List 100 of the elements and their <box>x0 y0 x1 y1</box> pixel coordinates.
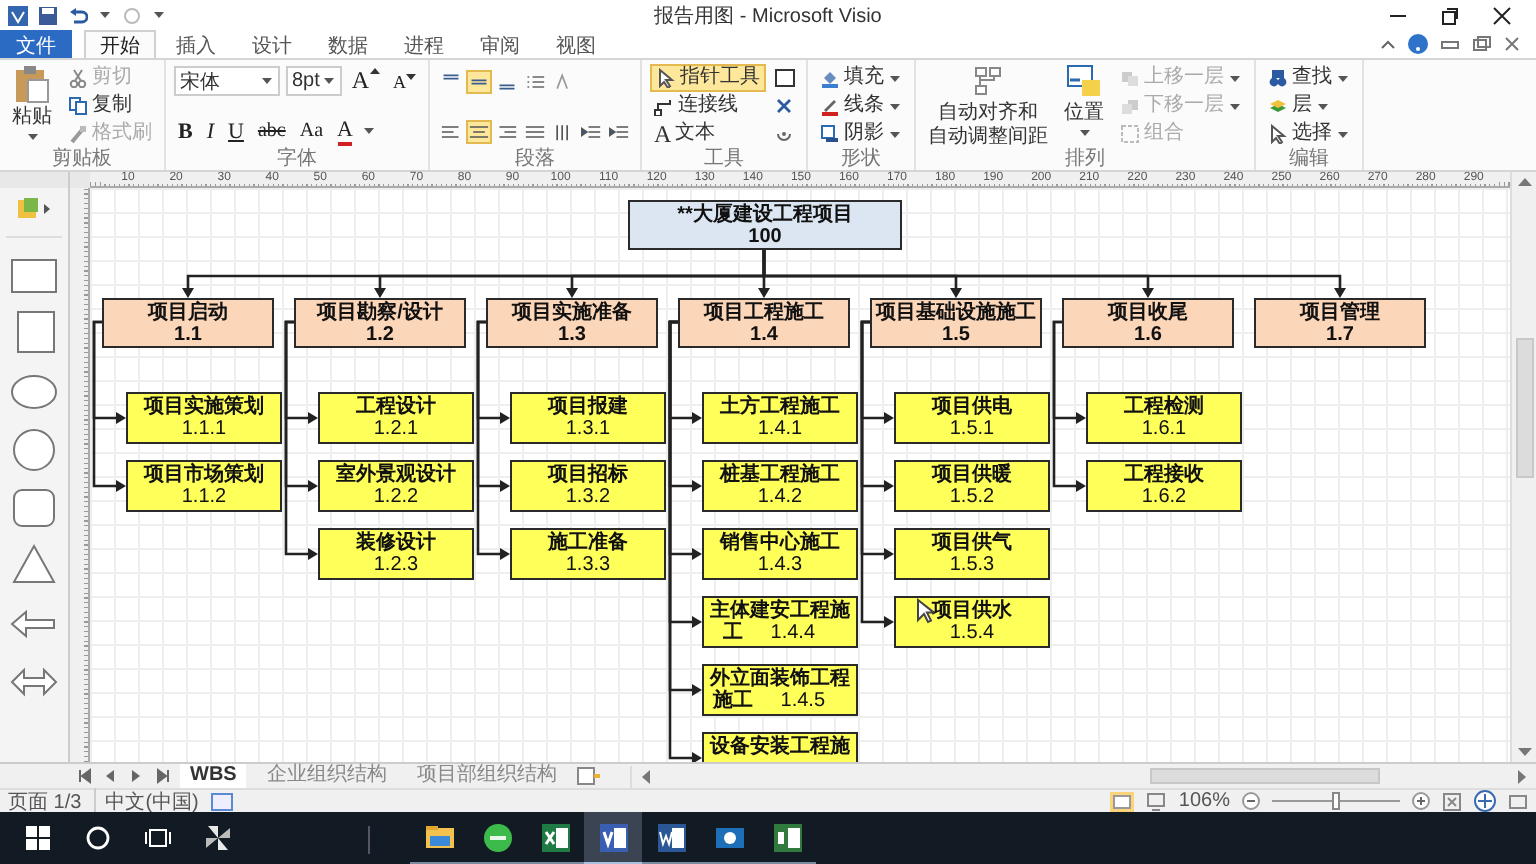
ribbon-tab[interactable]: 进程 <box>388 30 460 58</box>
insert-page-icon[interactable] <box>576 766 601 786</box>
taskbar-app[interactable] <box>584 812 642 864</box>
wbs-node: 主体建安工程施工 1.4.4 <box>702 596 858 648</box>
wbs-node: 项目市场策划 1.1.2 <box>126 460 282 512</box>
ribbon-tab[interactable]: 审阅 <box>464 30 536 58</box>
ribbon-button[interactable]: 选择 <box>1264 120 1354 148</box>
normal-view-icon[interactable] <box>1110 791 1135 811</box>
paint-bucket-icon <box>820 68 840 88</box>
sheet-tab[interactable]: WBS <box>180 764 247 788</box>
italic-button[interactable]: I <box>202 119 219 143</box>
paragraph-format-icon[interactable] <box>466 69 492 93</box>
tool-button[interactable]: 指针工具 <box>650 64 766 92</box>
bold-button[interactable]: B <box>174 119 197 143</box>
group-title: 字体 <box>275 148 319 170</box>
full-screen-icon[interactable] <box>1146 791 1167 811</box>
font-size-field[interactable]: 8pt <box>286 66 342 96</box>
ribbon-tab[interactable]: 数据 <box>312 30 384 58</box>
next-page-icon[interactable] <box>128 768 144 784</box>
copy-icon <box>68 96 88 116</box>
grow-font-button[interactable]: A <box>347 66 383 96</box>
wbs-node: 项目供水 1.5.4 <box>894 596 1050 648</box>
close-icon[interactable] <box>1492 5 1512 25</box>
ribbon-tab[interactable]: 插入 <box>160 30 232 58</box>
scroll-up-icon[interactable] <box>1517 176 1531 186</box>
wbs-node: 桩基工程施工 1.4.2 <box>702 460 858 512</box>
page-indicator[interactable]: 页面 1/3 <box>8 787 82 815</box>
windows-logo-icon <box>26 825 50 849</box>
caret-icon[interactable] <box>98 8 112 22</box>
wbs-node: 工程设计 1.2.1 <box>318 392 474 444</box>
wbs-node: 土方工程施工 1.4.1 <box>702 392 858 444</box>
stencil-button[interactable] <box>16 196 52 220</box>
previous-page-icon[interactable] <box>102 768 118 784</box>
ribbon-button[interactable]: 填充 <box>816 64 906 92</box>
underline-button[interactable]: U <box>224 119 248 143</box>
zoom-level[interactable]: 106% <box>1178 790 1230 812</box>
brush-icon <box>68 124 88 144</box>
ribbon-button[interactable]: 自动对齐和 自动调整间距 <box>924 64 1052 148</box>
task-view-icon <box>144 825 172 849</box>
scissors-icon <box>68 68 88 88</box>
first-page-icon[interactable] <box>76 768 92 784</box>
wbs-node: 项目工程施工 1.4 <box>678 298 850 348</box>
scroll-left-icon[interactable] <box>640 769 651 783</box>
ribbon-button[interactable]: 阴影 <box>816 120 906 148</box>
undo-icon[interactable] <box>68 5 88 25</box>
binoculars-icon <box>1268 68 1288 88</box>
wbs-node: 项目启动 1.1 <box>102 298 274 348</box>
scroll-down-icon[interactable] <box>1517 748 1531 758</box>
ribbon-button[interactable]: 位置 <box>1060 64 1108 148</box>
scrollbar-thumb[interactable] <box>1150 768 1381 784</box>
paragraph-format-icon[interactable] <box>466 119 492 143</box>
restore-icon[interactable] <box>1440 5 1460 25</box>
zoom-in-icon[interactable] <box>1412 792 1430 810</box>
wbs-node: 装修设计 1.2.3 <box>318 528 474 580</box>
scroll-right-icon[interactable] <box>1518 769 1528 783</box>
collapse-ribbon-icon[interactable] <box>1380 36 1396 52</box>
file-tab[interactable]: 文件 <box>0 30 72 58</box>
search-icon <box>86 825 110 849</box>
tool-button[interactable]: A 文本 <box>650 120 766 148</box>
fit-page-icon[interactable] <box>1442 791 1462 811</box>
font-name-field[interactable]: 宋体 <box>174 66 280 96</box>
caret-down-icon <box>406 71 416 81</box>
shrink-font-button[interactable]: A <box>389 71 420 91</box>
group-title: 段落 <box>513 148 557 170</box>
tool-button[interactable]: 连接线 <box>650 92 766 120</box>
save-icon[interactable] <box>38 5 58 25</box>
change-case-button[interactable]: Aa <box>295 120 328 142</box>
caret-icon[interactable] <box>152 8 166 22</box>
zoom-out-icon[interactable] <box>1242 792 1260 810</box>
rectangle-icon[interactable] <box>774 68 798 88</box>
strikethrough-button[interactable]: abc <box>253 120 290 142</box>
group-icon <box>1120 124 1140 144</box>
wbs-node: 设备安装工程施 <box>702 732 858 762</box>
ribbon-button[interactable]: 线条 <box>816 92 906 120</box>
pan-icon[interactable] <box>1474 790 1496 812</box>
zoom-slider-thumb[interactable] <box>1332 792 1340 810</box>
ribbon-button[interactable]: 层 <box>1264 92 1354 120</box>
caret-icon <box>25 130 39 144</box>
diagram-app-icon <box>595 819 631 855</box>
send-backward-icon <box>1120 96 1140 116</box>
wbs-node: 项目收尾 1.6 <box>1062 298 1234 348</box>
macro-icon[interactable] <box>210 791 235 811</box>
ribbon-tab[interactable]: 视图 <box>540 30 612 58</box>
font-color-button[interactable]: A <box>333 117 357 145</box>
caret-icon[interactable] <box>362 124 377 138</box>
window-title: 报告用图 - Microsoft Visio <box>652 3 884 29</box>
paste-button[interactable]: 粘贴 <box>8 64 56 148</box>
ribbon-tab[interactable]: 开始 <box>84 30 156 58</box>
ribbon-button[interactable]: 查找 <box>1264 64 1354 92</box>
caret-icon <box>1077 126 1091 140</box>
ribbon-tab[interactable]: 设计 <box>236 30 308 58</box>
ribbon-button[interactable]: 复制 <box>64 92 156 120</box>
document-icon <box>653 819 689 855</box>
last-page-icon[interactable] <box>154 768 170 784</box>
help-icon[interactable] <box>1408 34 1428 54</box>
pinwheel-icon <box>202 821 234 853</box>
close-icon[interactable] <box>774 96 794 116</box>
switch-window-icon[interactable] <box>1508 791 1528 811</box>
wbs-node: 项目招标 1.3.2 <box>510 460 666 512</box>
scrollbar-thumb[interactable] <box>1515 337 1533 477</box>
